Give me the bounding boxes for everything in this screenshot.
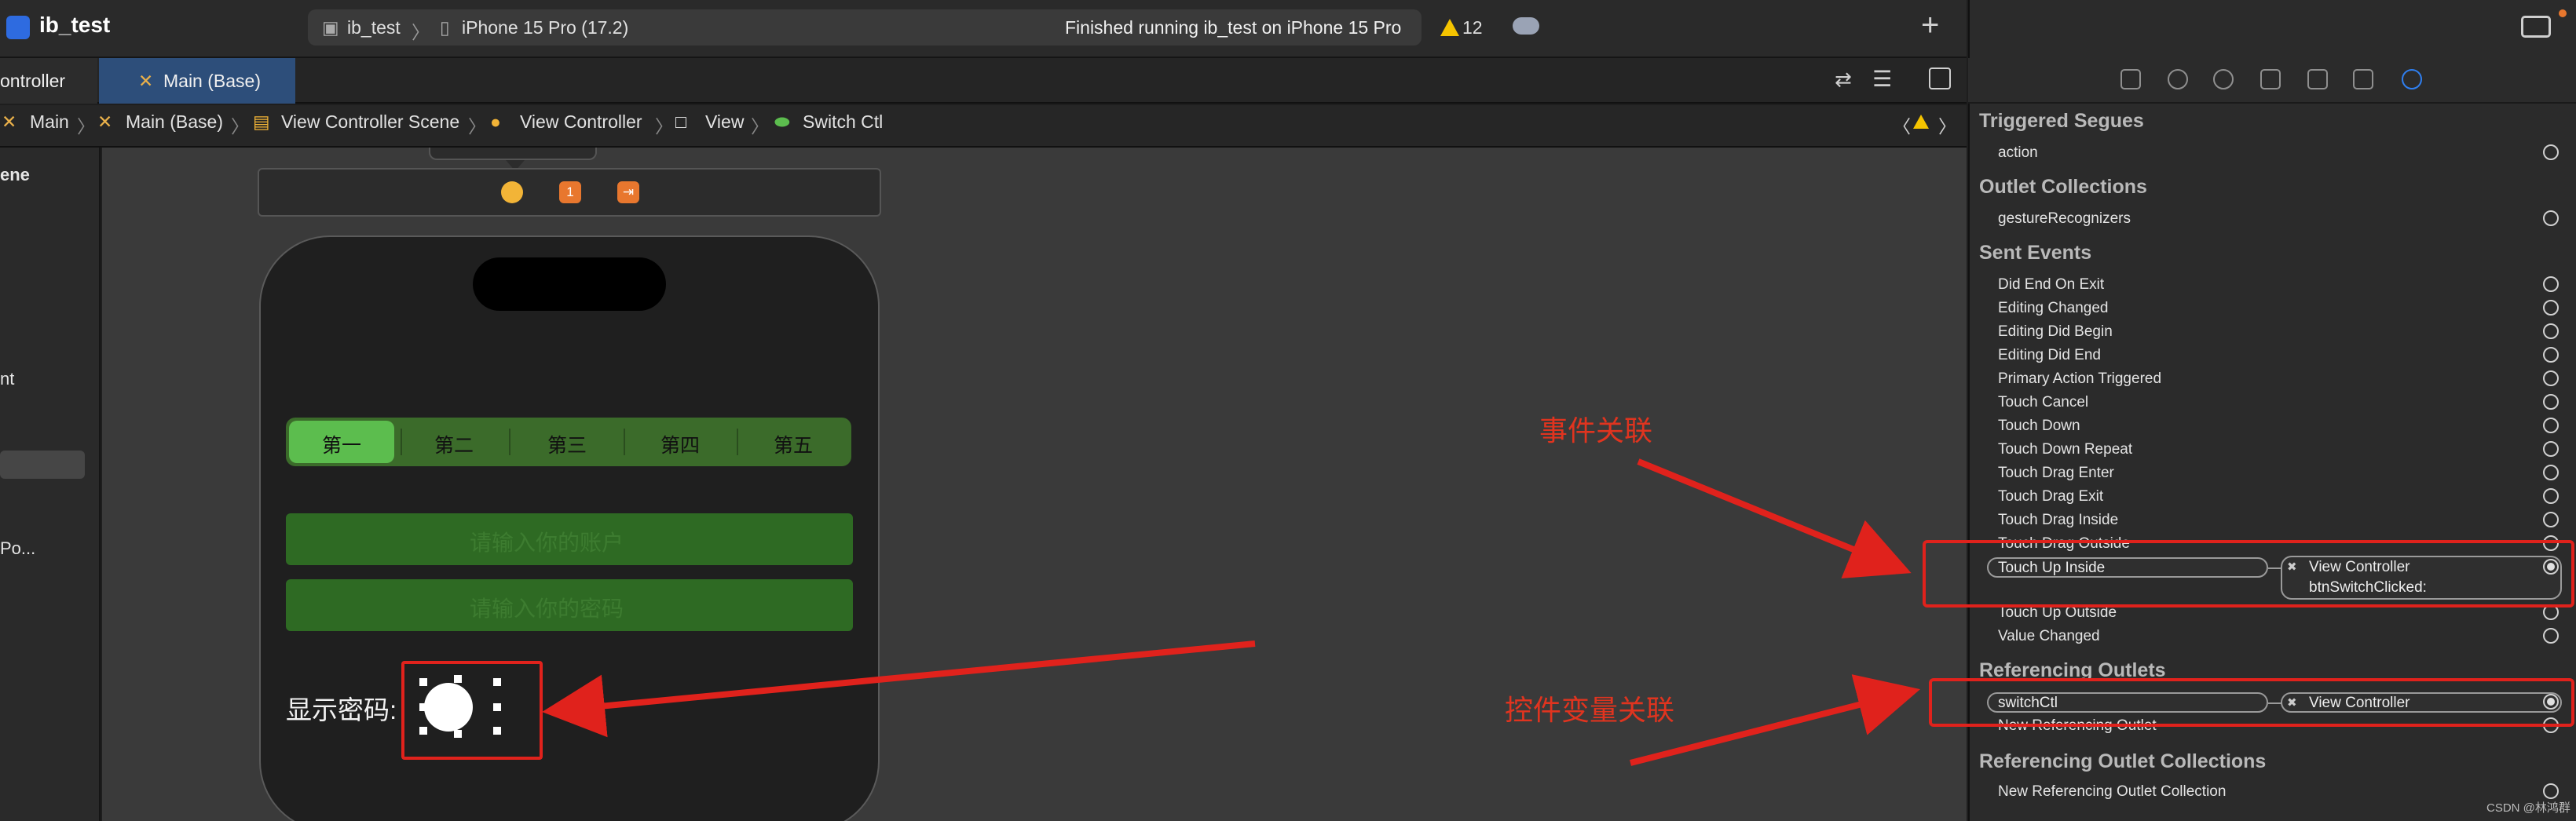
event-arrow [1637, 458, 1912, 578]
annotation-arrows [542, 458, 1921, 766]
watermark: CSDN @林鸿群 [2486, 801, 2571, 815]
switch-arrow [542, 640, 1256, 738]
outlet-arrow [1630, 674, 1921, 766]
